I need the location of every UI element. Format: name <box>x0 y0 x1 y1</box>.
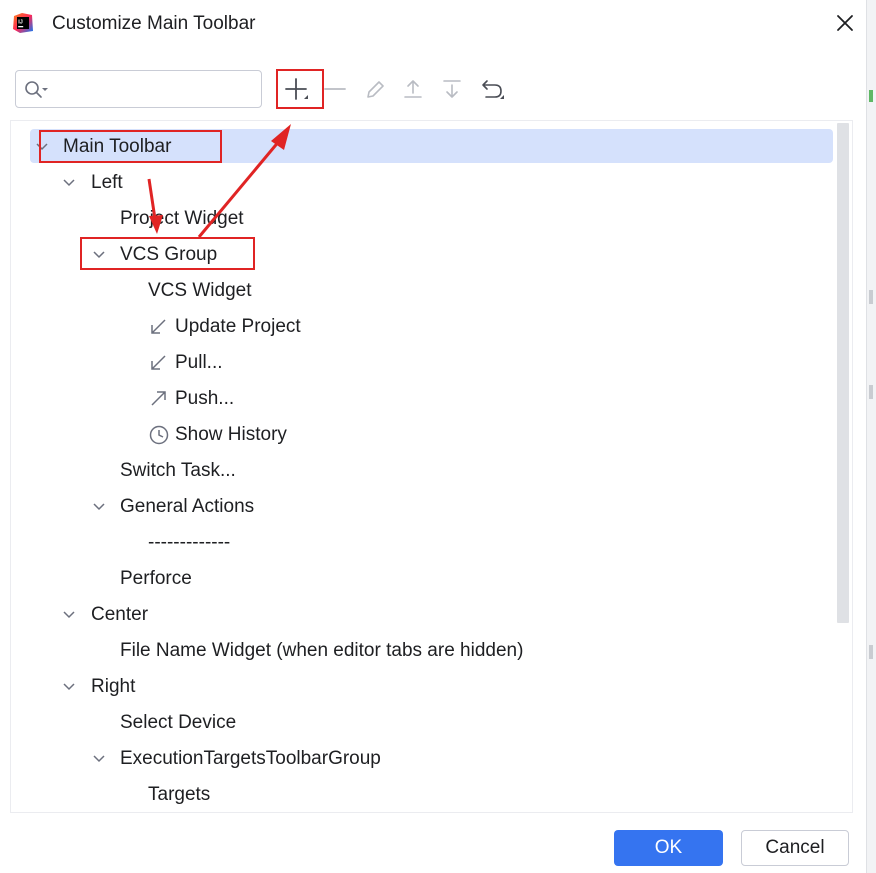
ok-button[interactable]: OK <box>614 830 723 866</box>
background-window-mark <box>869 90 873 102</box>
search-field[interactable] <box>15 70 262 108</box>
edit-button[interactable] <box>358 72 392 106</box>
intellij-idea-icon: IJ <box>13 13 33 33</box>
search-input[interactable] <box>56 77 256 101</box>
chevron-down-icon[interactable] <box>61 175 77 191</box>
tree-item-label: ------------- <box>148 532 231 553</box>
tree-item-label: Project Widget <box>120 208 244 229</box>
chevron-down-icon[interactable] <box>61 607 77 623</box>
background-window-mark <box>869 290 873 304</box>
chevron-down-icon[interactable] <box>91 751 107 767</box>
tree-item-update-project[interactable]: Update Project <box>148 309 301 345</box>
tree-item-label: Update Project <box>175 316 301 337</box>
close-icon[interactable] <box>832 10 858 36</box>
restore-button[interactable] <box>475 72 509 106</box>
tree-item-label: General Actions <box>120 496 255 517</box>
chevron-down-icon[interactable] <box>61 679 77 695</box>
annotation-box-add-button <box>276 69 324 109</box>
clock-icon <box>149 425 169 445</box>
pull-arrow-icon <box>151 355 166 370</box>
tree-item-vcs-widget[interactable]: VCS Widget <box>148 273 251 309</box>
tree-item-left[interactable]: Left <box>91 165 123 201</box>
dialog-title: Customize Main Toolbar <box>52 13 256 34</box>
annotation-box-vcs-group <box>80 237 255 270</box>
tree-item-label: Right <box>91 676 136 697</box>
tree-item-label: Show History <box>175 424 287 445</box>
tree-item-label: Switch Task... <box>120 460 236 481</box>
tree-item-label: Select Device <box>120 712 237 733</box>
tree-item-execution-targets-group[interactable]: ExecutionTargetsToolbarGroup <box>120 741 381 777</box>
pencil-icon <box>367 81 384 98</box>
tree-item-targets[interactable]: Targets <box>148 777 210 813</box>
tree-item-project-widget[interactable]: Project Widget <box>120 201 244 237</box>
tree-item-label: Targets <box>148 784 211 805</box>
tree-item-label: VCS Widget <box>148 280 252 301</box>
svg-text:IJ: IJ <box>18 20 23 26</box>
background-window-edge <box>866 0 876 873</box>
background-window-mark <box>869 645 873 659</box>
tree-item-label: Center <box>91 604 149 625</box>
background-window-mark <box>869 385 873 399</box>
move-down-button[interactable] <box>435 72 469 106</box>
update-arrow-icon <box>151 319 166 334</box>
tree-item-perforce[interactable]: Perforce <box>120 561 192 597</box>
tree-item-center[interactable]: Center <box>91 597 148 633</box>
tree-item-show-history[interactable]: Show History <box>148 417 287 453</box>
cancel-button[interactable]: Cancel <box>741 830 849 866</box>
arrow-down-icon <box>443 80 461 98</box>
tree-item-label: File Name Widget (when editor tabs are h… <box>120 640 524 661</box>
tree-item-general-actions[interactable]: General Actions <box>120 489 254 525</box>
tree-item-label: Push... <box>175 388 235 409</box>
arrow-up-icon <box>404 80 422 98</box>
tree-item-push[interactable]: Push... <box>148 381 234 417</box>
push-arrow-icon <box>151 391 166 406</box>
chevron-down-icon[interactable] <box>91 499 107 515</box>
tree-item-file-name-widget[interactable]: File Name Widget (when editor tabs are h… <box>120 633 523 669</box>
tree-item-right[interactable]: Right <box>91 669 135 705</box>
tree-item-label: Pull... <box>175 352 223 373</box>
tree-item-pull[interactable]: Pull... <box>148 345 223 381</box>
tree-scrollbar[interactable] <box>837 123 849 623</box>
search-icon <box>25 81 48 98</box>
annotation-box-main-toolbar <box>39 130 222 163</box>
tree-item-label: ExecutionTargetsToolbarGroup <box>120 748 381 769</box>
tree-item-select-device[interactable]: Select Device <box>120 705 236 741</box>
tree-item-separator[interactable]: ------------- <box>148 525 230 561</box>
tree-item-switch-task[interactable]: Switch Task... <box>120 453 236 489</box>
move-up-button[interactable] <box>396 72 430 106</box>
tree-item-label: Left <box>91 172 123 193</box>
undo-icon <box>482 80 504 99</box>
tree-item-label: Perforce <box>120 568 192 589</box>
